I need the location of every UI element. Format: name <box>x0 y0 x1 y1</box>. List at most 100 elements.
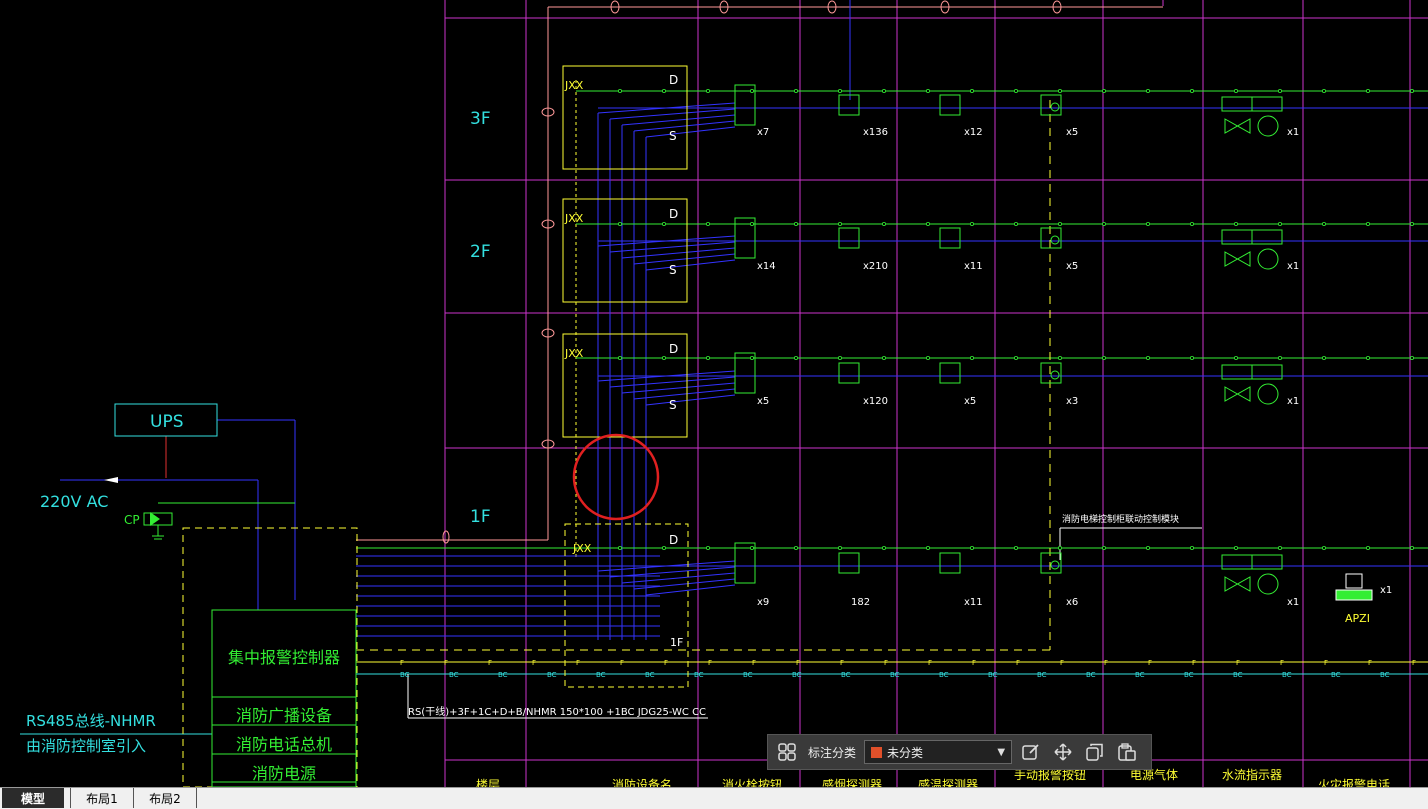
apzi-base <box>1335 589 1373 601</box>
bus-node <box>706 355 711 360</box>
f-tag: F <box>1280 659 1284 667</box>
junction-label-3f: JXX <box>565 79 584 92</box>
tab-layout2[interactable]: 布局2 <box>134 788 197 808</box>
f-tag: F <box>752 659 756 667</box>
ups-label: UPS <box>150 412 184 432</box>
count-mid-sounder: x5 <box>757 396 770 407</box>
bus-node <box>794 546 799 551</box>
bus-node <box>1146 221 1151 226</box>
bus-node <box>1014 355 1019 360</box>
relay-symbol <box>1251 364 1283 380</box>
f-tag: F <box>1412 659 1416 667</box>
bus-node <box>926 89 931 94</box>
f-tag: F <box>884 659 888 667</box>
d-label-3f: D <box>669 73 679 87</box>
bus-node <box>618 221 623 226</box>
f-tag: F <box>488 659 492 667</box>
device-symbols: F F F F F F F F F F F F F F F F F F F F F F F FBC BC BC BC BC BC BC BC… <box>104 0 1416 787</box>
count-mid-heat: x5 <box>964 396 977 407</box>
junction-label-mid: JXX <box>565 347 584 360</box>
bus-node <box>750 355 755 360</box>
category-color-swatch <box>871 746 883 758</box>
bc-tag: BC <box>939 671 949 679</box>
valve-symbol <box>1224 251 1251 267</box>
bus-node <box>618 355 623 360</box>
bus-node <box>838 546 843 551</box>
bc-tag: BC <box>498 671 508 679</box>
f-tag: F <box>444 659 448 667</box>
bus-node <box>1102 355 1107 360</box>
relay-symbol <box>1221 364 1253 380</box>
heat-detector-symbol <box>939 227 961 249</box>
cad-drawing-canvas[interactable]: F F F F F F F F F F F F F F F F F F F F F F F F BC BC BC BC BC BC BC BC… <box>0 0 1428 787</box>
annotation-note: 消防电梯控制柜联动控制模块 <box>1062 515 1180 525</box>
heat-detector-symbol <box>939 94 961 116</box>
grid-icon[interactable] <box>774 739 800 765</box>
tab-model[interactable]: 模型 <box>2 788 64 808</box>
tab-layout1[interactable]: 布局1 <box>70 788 134 808</box>
bc-tag: BC <box>596 671 606 679</box>
apzi-module <box>1345 573 1363 589</box>
bus-node <box>1278 355 1283 360</box>
bc-tag: BC <box>743 671 753 679</box>
count-1f-smoke: 182 <box>851 597 871 608</box>
chevron-down-icon: ▼ <box>997 746 1006 758</box>
bc-tag: BC <box>694 671 704 679</box>
f-tag: F <box>1016 659 1020 667</box>
count-1f-button: x6 <box>1066 597 1079 608</box>
f-tag: F <box>1060 659 1064 667</box>
grid-lines <box>444 0 1428 787</box>
count-mid-smoke: x120 <box>863 396 889 407</box>
copy-icon[interactable] <box>1082 739 1108 765</box>
loop-symbol <box>442 530 450 544</box>
bus-node <box>838 355 843 360</box>
f-tag: F <box>664 659 668 667</box>
bus-node <box>882 546 887 551</box>
bus-node <box>1146 355 1151 360</box>
bus-node <box>1102 546 1107 551</box>
bc-tag: BC <box>449 671 459 679</box>
count-1f-valve: x1 <box>1287 597 1300 608</box>
bus-node <box>1058 221 1063 226</box>
bus-node <box>1146 89 1151 94</box>
bus-node <box>1278 546 1283 551</box>
bus-node <box>1014 89 1019 94</box>
bus-node <box>1410 546 1415 551</box>
smoke-detector-symbol <box>838 227 860 249</box>
header-phone: 火灾报警电话 <box>1318 778 1391 787</box>
header-smoke: 感烟探测器 <box>822 778 883 787</box>
category-select[interactable]: 未分类 ▼ <box>864 740 1013 764</box>
bus-node <box>1190 546 1195 551</box>
bus-node <box>926 546 931 551</box>
flow-indicator-symbol <box>1257 248 1279 270</box>
count-mid-valve: x1 <box>1287 396 1300 407</box>
bus-node <box>706 89 711 94</box>
bus-node <box>1366 89 1371 94</box>
bus-node <box>970 355 975 360</box>
bc-tag: BC <box>890 671 900 679</box>
bus-node <box>1190 89 1195 94</box>
bus-node <box>1102 221 1107 226</box>
f-tag: F <box>1324 659 1328 667</box>
bus-node <box>706 546 711 551</box>
bc-tag: BC <box>988 671 998 679</box>
bus-node <box>1410 89 1415 94</box>
header-waterflow: 水流指示器 <box>1222 768 1283 782</box>
move-icon[interactable] <box>1050 739 1076 765</box>
bus-node <box>1234 546 1239 551</box>
bc-tag: BC <box>547 671 557 679</box>
bus-node <box>1058 355 1063 360</box>
paste-icon[interactable] <box>1114 739 1140 765</box>
bus-node <box>882 221 887 226</box>
bus-node <box>1190 355 1195 360</box>
bus-node <box>1102 89 1107 94</box>
header-hydrant: 消火栓按钮 <box>722 778 783 787</box>
header-gas: 电源气体 <box>1130 768 1179 782</box>
bus-node <box>750 221 755 226</box>
bus-node <box>618 89 623 94</box>
bc-tag: BC <box>792 671 802 679</box>
category-label: 标注分类 <box>808 745 857 760</box>
floor-label-2f: 2F <box>470 242 491 262</box>
bus-node <box>1278 221 1283 226</box>
edit-icon[interactable] <box>1018 739 1044 765</box>
